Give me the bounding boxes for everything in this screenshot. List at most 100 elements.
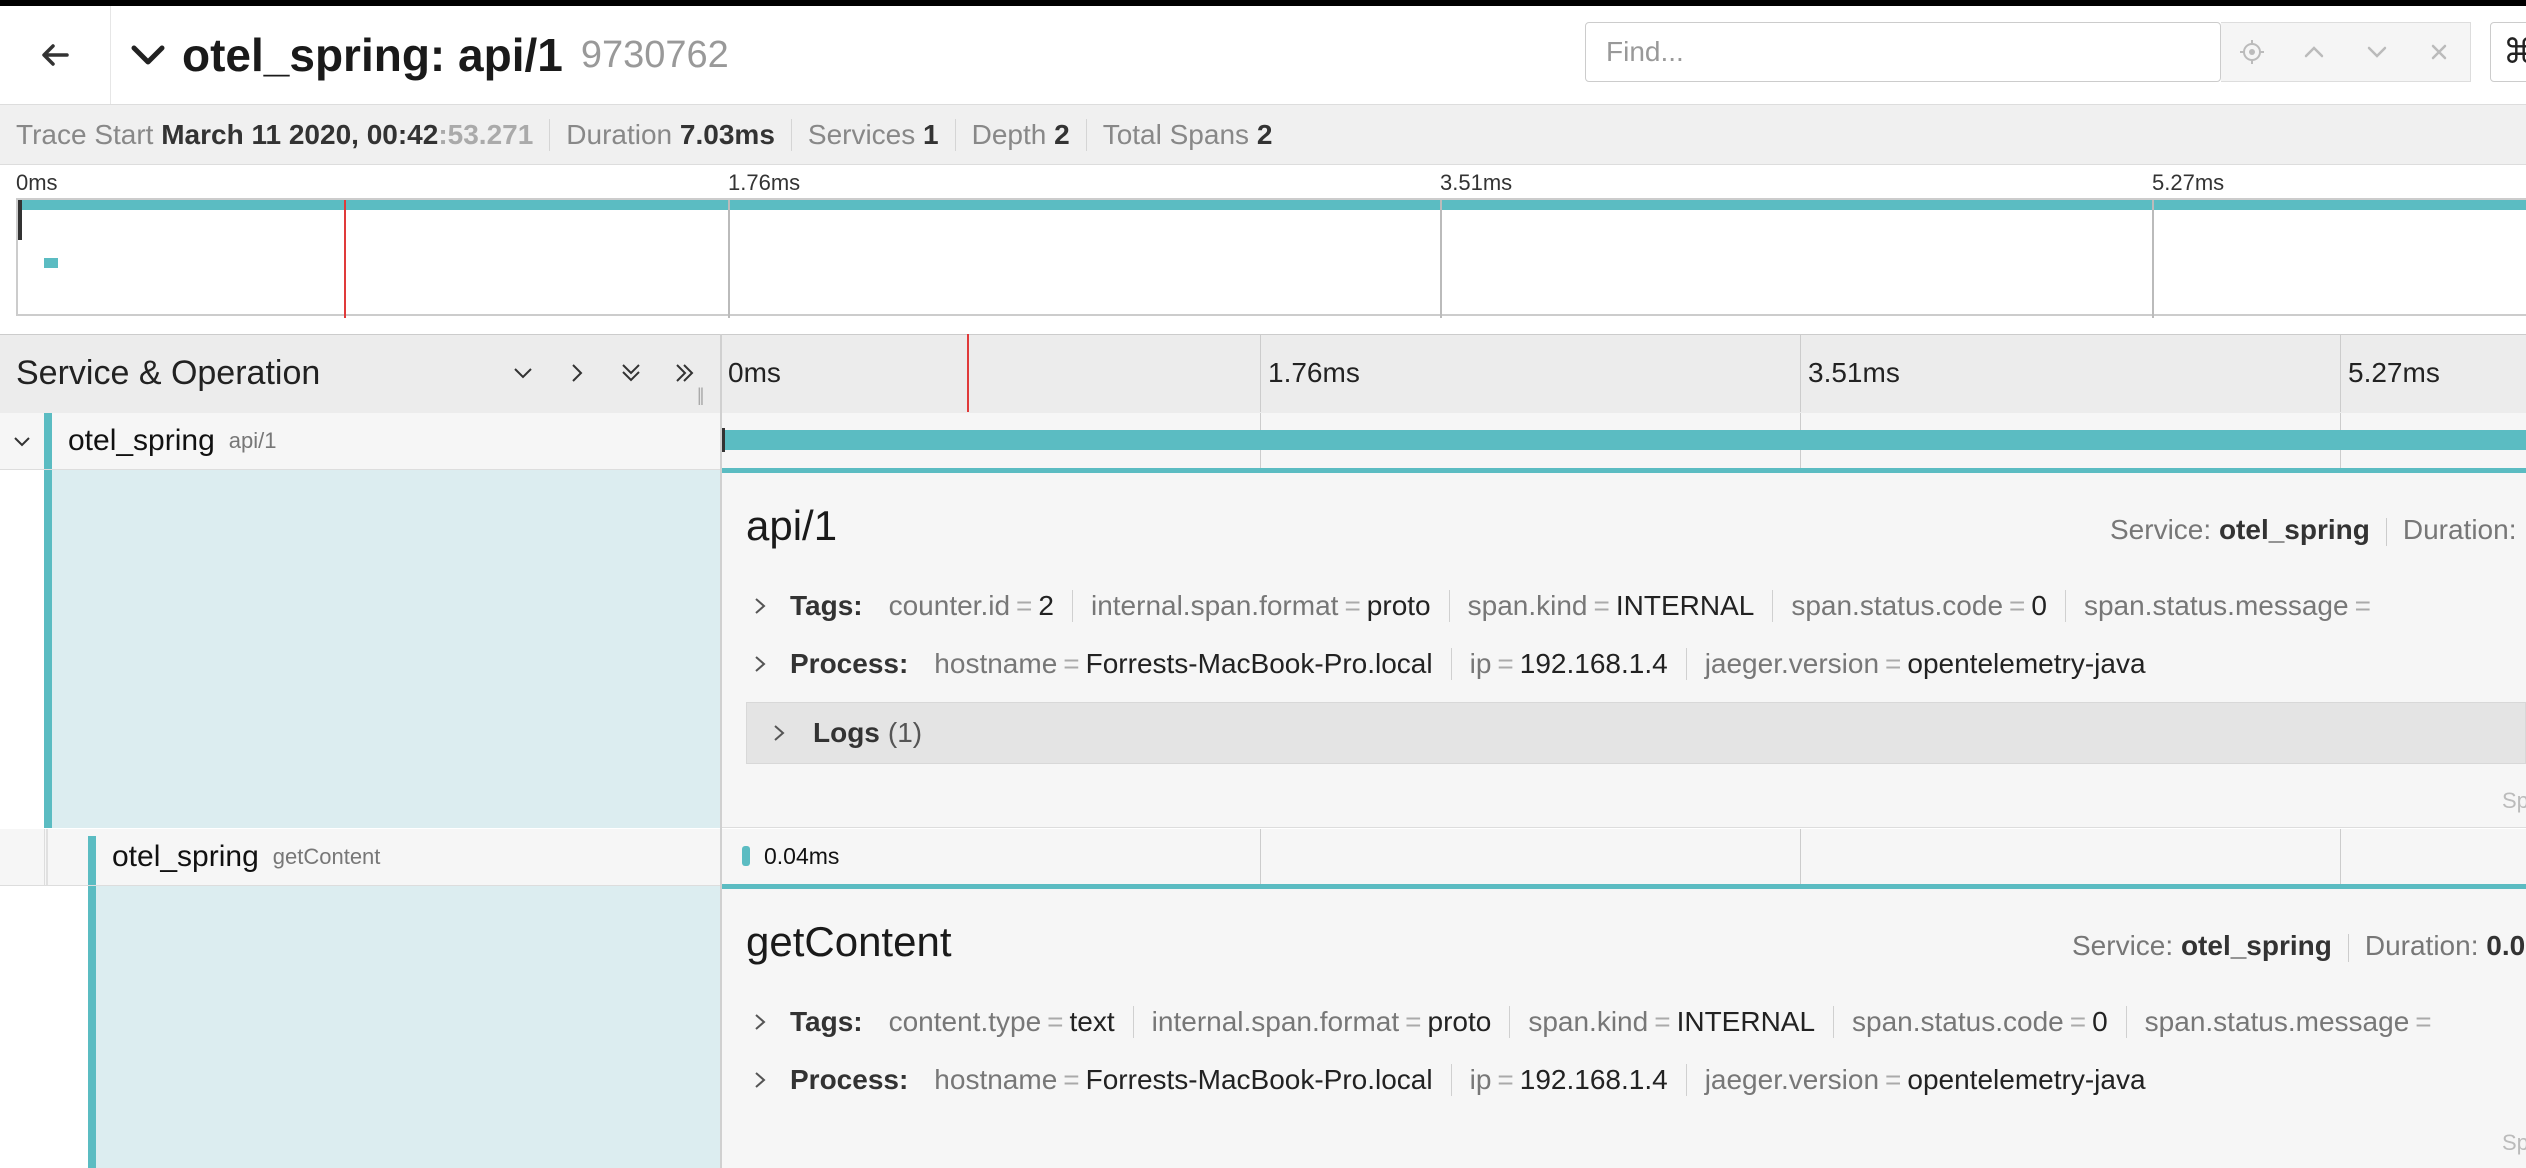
chevron-right-icon — [752, 654, 772, 674]
minimap-gridline — [2152, 200, 2154, 318]
span-start-marker — [722, 428, 725, 452]
process-item: jaeger.version = opentelemetry-java — [1685, 1064, 2146, 1096]
find-tools — [2221, 22, 2471, 82]
chevron-right-icon — [771, 723, 793, 743]
trace-start: Trace Start March 11 2020, 00:42:53.271 — [16, 118, 551, 151]
tag-item: span.status.message = — [2064, 590, 2377, 622]
trace-depth: Depth 2 — [972, 118, 1087, 151]
trace-id: 9730762 — [580, 33, 729, 76]
span-detail-meta: Service: otel_spring Duration: 0.0 — [2072, 930, 2526, 962]
process-row[interactable]: Process: hostname = Forrests-MacBook-Pro.l… — [752, 1064, 2146, 1096]
span-name[interactable]: otel_spring getContent — [112, 829, 380, 885]
tag-item: internal.span.format = proto — [1132, 1006, 1491, 1038]
span-name[interactable]: otel_spring api/1 — [68, 413, 276, 469]
find-input[interactable] — [1585, 22, 2221, 82]
tag-item: span.status.code = 0 — [1833, 1006, 2108, 1038]
tag-item: span.status.code = 0 — [1772, 590, 2047, 622]
tags-row[interactable]: Tags: content.type = text internal.span.fo… — [752, 1006, 2438, 1038]
span-service-name: otel_spring — [112, 840, 259, 873]
span-duration-bar[interactable] — [724, 430, 2526, 450]
process-item: ip = 192.168.1.4 — [1450, 648, 1668, 680]
span-toggle[interactable] — [0, 413, 45, 469]
minimap-child-span-bar — [44, 258, 58, 268]
collapse-one-icon[interactable] — [506, 356, 540, 390]
column-divider[interactable] — [720, 334, 722, 1168]
span-detail-meta: Service: otel_spring Duration: — [2110, 514, 2517, 546]
process-item: hostname = Forrests-MacBook-Pro.local — [934, 1064, 1433, 1095]
span-duration-label: 0.04ms — [764, 843, 840, 869]
tag-item: internal.span.format = proto — [1071, 590, 1431, 622]
span-id-cut-text: Sp — [2502, 1130, 2526, 1155]
trace-title: otel_spring: api/1 — [182, 29, 563, 81]
timeline-tick-label: 1.76ms — [1268, 357, 1360, 388]
process-item: hostname = Forrests-MacBook-Pro.local — [934, 648, 1433, 679]
tag-item: counter.id = 2 — [888, 590, 1054, 621]
chevron-right-icon — [752, 1012, 772, 1032]
minimap-tick-label: 1.76ms — [728, 170, 801, 195]
minimap-root-span-bar — [18, 200, 2526, 210]
logs-label: Logs — [813, 717, 880, 748]
tree-guide-line — [46, 829, 48, 885]
chevron-down-icon[interactable] — [128, 35, 168, 75]
span-service-name: otel_spring — [68, 424, 215, 457]
timeline-gridline — [2340, 829, 2341, 885]
logs-section[interactable]: Logs (1) — [746, 702, 2526, 764]
tree-gutter — [0, 829, 45, 885]
tags-row[interactable]: Tags: counter.id = 2 internal.span.format =… — [752, 590, 2377, 622]
tag-item: span.kind = INTERNAL — [1509, 1006, 1815, 1038]
trace-minimap[interactable] — [16, 198, 2526, 318]
service-color-bar — [88, 836, 96, 885]
timeline-header — [0, 334, 2526, 414]
chevron-right-icon — [752, 596, 772, 616]
timeline-gridline — [2340, 334, 2341, 412]
tree-controls — [506, 334, 702, 412]
trace-summary: Trace Start March 11 2020, 00:42:53.271 … — [0, 105, 2526, 165]
span-detail-gutter — [0, 886, 720, 1168]
tree-gutter — [0, 886, 45, 1168]
timeline-gridline — [1260, 334, 1261, 412]
expand-one-icon[interactable] — [560, 356, 594, 390]
minimap-cursor-marker — [344, 200, 346, 318]
chevron-down-icon — [14, 437, 30, 447]
span-id-cut-text: Sp — [2502, 788, 2526, 813]
span-detail-title: getContent — [746, 918, 952, 965]
service-color-bar — [88, 886, 96, 1168]
process-row[interactable]: Process: hostname = Forrests-MacBook-Pro.l… — [752, 648, 2146, 680]
close-icon[interactable] — [2422, 35, 2456, 69]
timeline-gridline — [1800, 829, 1801, 885]
timeline-gridline — [1800, 334, 1801, 412]
trace-duration: Duration 7.03ms — [566, 118, 792, 151]
tag-item: content.type = text — [888, 1006, 1115, 1037]
process-item: jaeger.version = opentelemetry-java — [1685, 648, 2146, 680]
column-resize-handle-icon[interactable]: || — [697, 385, 705, 406]
collapse-all-icon[interactable] — [614, 356, 648, 390]
span-detail-title: api/1 — [746, 502, 838, 549]
trace-services: Services 1 — [808, 118, 956, 151]
chevron-up-icon[interactable] — [2297, 35, 2331, 69]
locate-icon[interactable] — [2235, 35, 2269, 69]
span-operation-name: api/1 — [228, 428, 277, 453]
timeline-cursor-marker — [967, 334, 969, 412]
trace-title-group[interactable]: otel_spring: api/1 9730762 — [128, 6, 729, 104]
chevron-right-icon — [752, 1070, 772, 1090]
keyboard-shortcuts-button[interactable]: ⌘ — [2490, 22, 2526, 82]
trace-total-spans: Total Spans 2 — [1102, 118, 1273, 150]
service-color-bar — [44, 470, 52, 828]
tag-item: span.kind = INTERNAL — [1448, 590, 1754, 622]
service-color-bar — [44, 413, 52, 469]
chevron-down-small-icon[interactable] — [2360, 35, 2394, 69]
span-duration-bar[interactable] — [742, 846, 750, 866]
minimap-tick-label: 5.27ms — [2152, 170, 2225, 195]
process-item: ip = 192.168.1.4 — [1450, 1064, 1668, 1096]
logs-count: (1) — [887, 717, 923, 748]
minimap-left-handle[interactable] — [18, 200, 22, 240]
back-button[interactable] — [0, 6, 111, 104]
minimap-gridline — [1440, 200, 1442, 318]
minimap-gridline — [728, 200, 730, 318]
minimap-ticks: 0ms 1.76ms 3.51ms 5.27ms — [0, 166, 2526, 198]
service-operation-heading: Service & Operation — [16, 353, 321, 392]
tree-gutter — [44, 886, 89, 1168]
timeline-tick-label: 3.51ms — [1808, 357, 1900, 388]
minimap-tick-label: 3.51ms — [1440, 170, 1513, 195]
span-operation-name: getContent — [272, 844, 381, 869]
